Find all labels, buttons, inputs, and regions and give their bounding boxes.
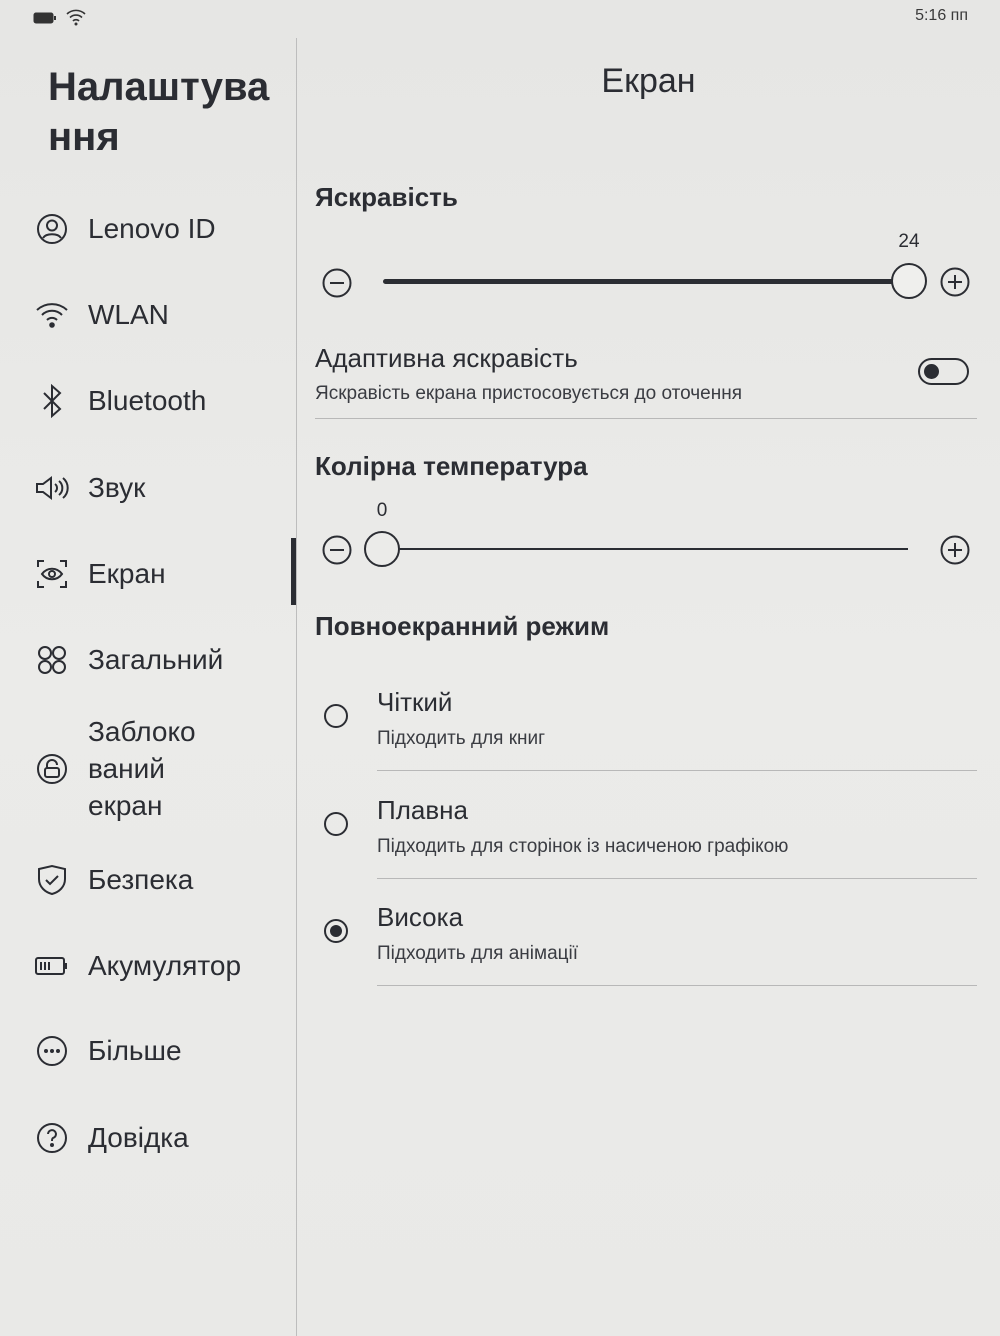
sidebar-title: Налаштування bbox=[48, 65, 270, 159]
brightness-slider-track[interactable] bbox=[383, 279, 908, 284]
sidebar-item-label: WLAN bbox=[88, 299, 169, 330]
option-title: Висока bbox=[377, 902, 464, 932]
divider bbox=[315, 418, 977, 419]
battery-icon bbox=[34, 948, 70, 984]
adaptive-brightness-title: Адаптивна яскравість bbox=[315, 343, 578, 373]
sidebar-item-help[interactable]: Довідка bbox=[34, 1119, 189, 1156]
color-temperature-value: 0 bbox=[376, 500, 388, 521]
sidebar-item-label: Bluetooth bbox=[88, 385, 207, 416]
fullscreen-mode-heading: Повноекранний режим bbox=[315, 611, 610, 641]
user-circle-icon bbox=[34, 211, 70, 247]
divider bbox=[377, 878, 977, 879]
brightness-decrease-button[interactable] bbox=[322, 268, 352, 298]
option-subtitle: Підходить для сторінок із насиченою граф… bbox=[377, 836, 789, 857]
sidebar-item-label: Безпека bbox=[88, 864, 194, 895]
sidebar-item-label: Більше bbox=[88, 1035, 182, 1066]
sidebar-item-label: Загальний bbox=[88, 644, 224, 675]
brightness-value: 24 bbox=[898, 231, 920, 252]
brightness-slider-thumb[interactable] bbox=[891, 263, 927, 299]
lock-circle-icon bbox=[34, 751, 70, 787]
brightness-heading: Яскравість bbox=[315, 182, 458, 212]
wifi-icon bbox=[34, 297, 70, 333]
sidebar-item-sound[interactable]: Звук bbox=[34, 469, 145, 506]
sidebar-item-screen[interactable]: Екран bbox=[34, 555, 166, 592]
help-circle-icon bbox=[34, 1120, 70, 1156]
sidebar-item-more[interactable]: Більше bbox=[34, 1032, 182, 1069]
fullscreen-option-high[interactable]: Висока Підходить для анімації bbox=[315, 900, 977, 986]
battery-icon bbox=[33, 12, 56, 24]
sidebar-item-label: Акумулятор bbox=[88, 950, 242, 981]
bluetooth-icon bbox=[34, 383, 70, 419]
sidebar-item-label: Заблоко ваний екран bbox=[88, 716, 196, 821]
brightness-increase-button[interactable] bbox=[940, 267, 970, 297]
color-temperature-increase-button[interactable] bbox=[940, 535, 970, 565]
sidebar-item-wlan[interactable]: WLAN bbox=[34, 296, 169, 333]
sidebar-item-label: Звук bbox=[88, 472, 146, 503]
toggle-knob bbox=[924, 364, 939, 379]
status-time: 5:16 пп bbox=[915, 7, 968, 24]
radio-button-selected[interactable] bbox=[324, 919, 348, 943]
status-bar: 5:16 пп bbox=[0, 0, 1000, 36]
radio-button[interactable] bbox=[324, 704, 348, 728]
color-temperature-slider-track[interactable] bbox=[382, 548, 908, 550]
sidebar-item-lock-screen[interactable]: Заблоко ваний екран bbox=[34, 713, 196, 824]
option-subtitle: Підходить для анімації bbox=[377, 943, 579, 964]
sidebar-item-label: Lenovo ID bbox=[88, 213, 216, 244]
sidebar-item-battery[interactable]: Акумулятор bbox=[34, 947, 241, 984]
more-circle-icon bbox=[34, 1033, 70, 1069]
sidebar-item-label: Довідка bbox=[88, 1122, 189, 1153]
eye-screen-icon bbox=[34, 556, 70, 592]
fullscreen-option-clear[interactable]: Чіткий Підходить для книг bbox=[315, 685, 977, 771]
fullscreen-option-smooth[interactable]: Плавна Підходить для сторінок із насичен… bbox=[315, 793, 977, 879]
option-subtitle: Підходить для книг bbox=[377, 728, 546, 749]
grid-icon bbox=[34, 642, 70, 678]
divider bbox=[377, 770, 977, 771]
active-item-indicator bbox=[291, 538, 296, 605]
wifi-icon bbox=[66, 9, 86, 26]
page-title: Екран bbox=[601, 62, 696, 100]
divider bbox=[377, 985, 977, 986]
color-temperature-slider-thumb[interactable] bbox=[364, 531, 400, 567]
adaptive-brightness-subtitle: Яскравість екрана пристосовується до ото… bbox=[315, 383, 743, 404]
sidebar-item-lenovo-id[interactable]: Lenovo ID bbox=[34, 210, 216, 247]
sidebar-item-general[interactable]: Загальний bbox=[34, 641, 223, 678]
option-title: Плавна bbox=[377, 795, 468, 825]
sidebar-item-bluetooth[interactable]: Bluetooth bbox=[34, 382, 206, 419]
sidebar-item-security[interactable]: Безпека bbox=[34, 861, 193, 898]
sidebar-item-label: Екран bbox=[88, 558, 166, 589]
option-title: Чіткий bbox=[377, 687, 453, 717]
shield-check-icon bbox=[34, 862, 70, 898]
radio-button[interactable] bbox=[324, 812, 348, 836]
color-temperature-heading: Колірна температура bbox=[315, 451, 588, 481]
color-temperature-decrease-button[interactable] bbox=[322, 535, 352, 565]
speaker-icon bbox=[34, 470, 70, 506]
adaptive-brightness-toggle[interactable] bbox=[918, 358, 969, 385]
sidebar-divider bbox=[296, 38, 297, 1336]
